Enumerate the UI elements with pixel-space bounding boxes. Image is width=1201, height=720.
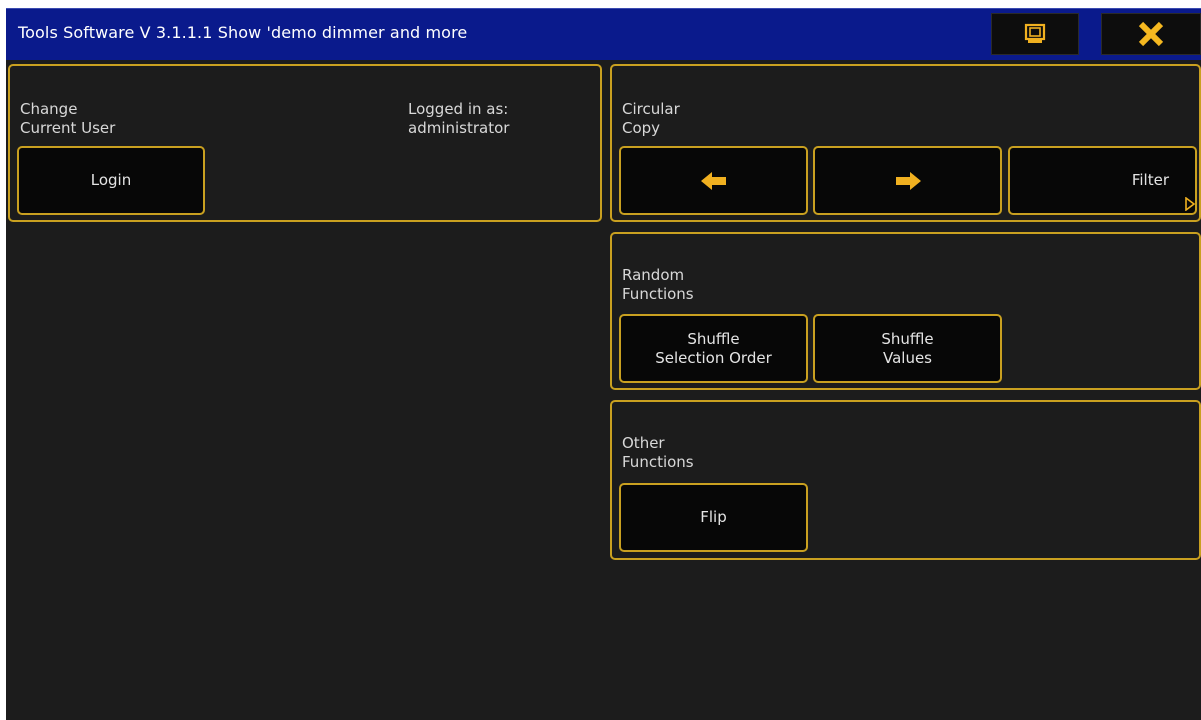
main-area: Change Current User Logged in as: admini…	[6, 60, 1201, 720]
other-functions-label: Other Functions	[622, 434, 694, 472]
shuffle-order-label-line2: Selection Order	[655, 348, 772, 367]
change-user-label-line2: Current User	[20, 119, 116, 137]
circular-copy-label-line1: Circular	[622, 100, 680, 118]
login-button[interactable]: Login	[17, 146, 205, 215]
title-bar: Tools Software V 3.1.1.1 Show 'demo dimm…	[6, 8, 1201, 60]
login-button-label: Login	[90, 171, 132, 189]
circular-copy-right-button[interactable]	[813, 146, 1002, 215]
random-functions-label-line1: Random	[622, 266, 685, 284]
circular-copy-label-line2: Copy	[622, 119, 661, 137]
circular-copy-panel: Circular Copy Filter	[610, 64, 1201, 222]
circular-copy-label: Circular Copy	[622, 100, 680, 138]
other-functions-panel: Other Functions Flip	[610, 400, 1201, 560]
shuffle-selection-order-button[interactable]: Shuffle Selection Order	[619, 314, 808, 383]
flip-button[interactable]: Flip	[619, 483, 808, 552]
filter-button-label: Filter	[1131, 171, 1169, 189]
random-functions-panel: Random Functions Shuffle Selection Order…	[610, 232, 1201, 390]
screen-select-button[interactable]	[991, 13, 1079, 55]
window-title: Tools Software V 3.1.1.1 Show 'demo dimm…	[18, 23, 468, 42]
monitor-icon	[1024, 23, 1046, 43]
flip-button-label: Flip	[700, 508, 727, 526]
change-user-label: Change Current User	[20, 100, 115, 138]
random-functions-label-line2: Functions	[622, 285, 694, 303]
arrow-right-icon	[895, 171, 921, 190]
tools-window: Tools Software V 3.1.1.1 Show 'demo dimm…	[0, 0, 1201, 720]
submenu-triangle-icon	[1185, 197, 1195, 211]
filter-button[interactable]: Filter	[1008, 146, 1197, 215]
other-functions-label-line2: Functions	[622, 453, 694, 471]
shuffle-order-label-line1: Shuffle	[687, 329, 740, 348]
user-panel: Change Current User Logged in as: admini…	[8, 64, 602, 222]
shuffle-values-label-line1: Shuffle	[881, 329, 934, 348]
change-user-label-line1: Change	[20, 100, 78, 118]
logged-in-user-name: administrator	[408, 119, 510, 137]
logged-in-label-line1: Logged in as:	[408, 100, 509, 118]
close-icon	[1138, 21, 1164, 47]
shuffle-values-label-line2: Values	[882, 348, 932, 367]
other-functions-label-line1: Other	[622, 434, 665, 452]
logged-in-label: Logged in as: administrator	[408, 100, 509, 138]
shuffle-values-button[interactable]: Shuffle Values	[813, 314, 1002, 383]
random-functions-label: Random Functions	[622, 266, 694, 304]
arrow-left-icon	[700, 171, 726, 190]
close-button[interactable]	[1101, 13, 1201, 55]
circular-copy-left-button[interactable]	[619, 146, 808, 215]
